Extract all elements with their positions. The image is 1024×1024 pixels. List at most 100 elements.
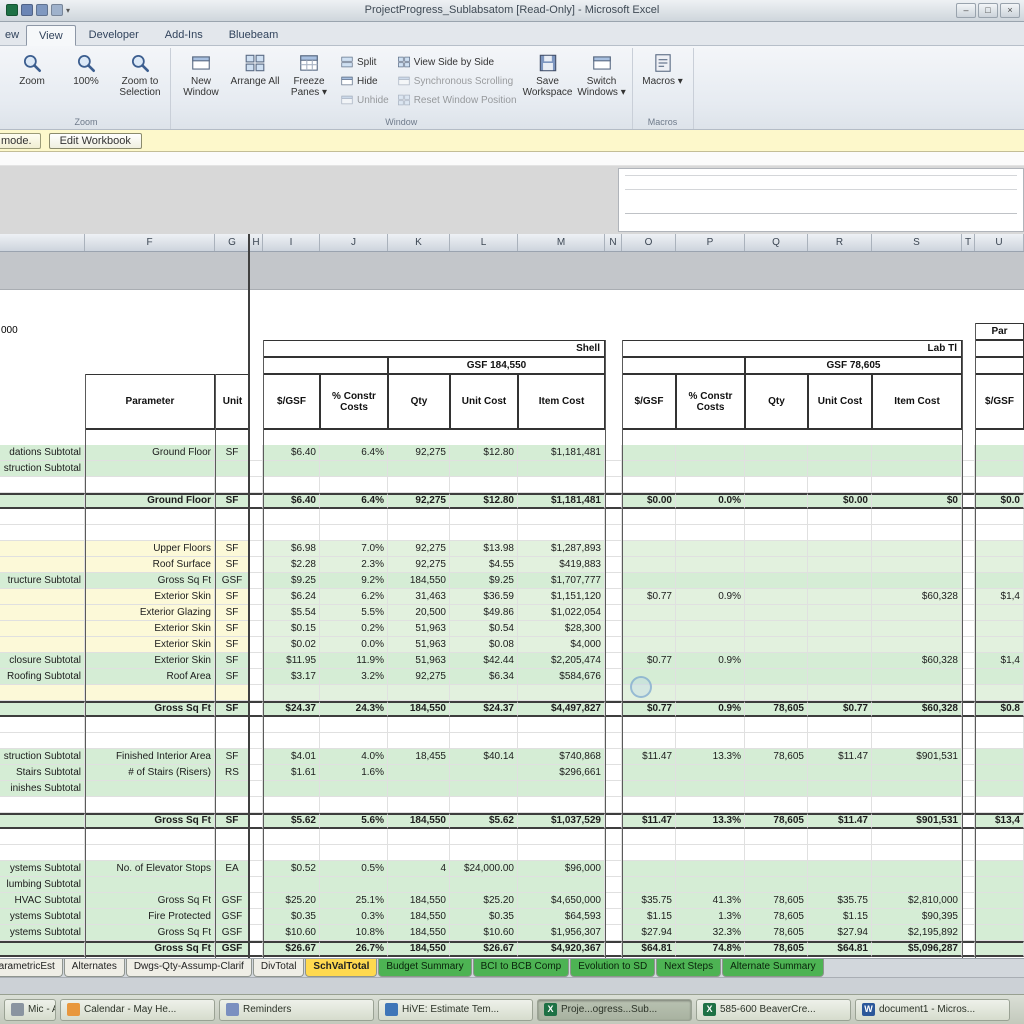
cell[interactable]: $35.75 <box>808 893 872 909</box>
cell[interactable] <box>320 733 388 749</box>
cell[interactable]: $1,022,054 <box>518 605 605 621</box>
header-parameter[interactable]: Parameter <box>85 374 215 430</box>
cell[interactable] <box>85 717 215 733</box>
cell[interactable]: $6.34 <box>450 669 518 685</box>
cell[interactable]: 18,455 <box>388 749 450 765</box>
cell[interactable] <box>605 845 622 861</box>
cell[interactable] <box>808 525 872 541</box>
cell[interactable] <box>962 669 975 685</box>
column-header-U[interactable]: U <box>975 234 1024 251</box>
cell[interactable] <box>808 733 872 749</box>
cell[interactable] <box>962 541 975 557</box>
cell[interactable]: $3.17 <box>263 669 320 685</box>
cell[interactable] <box>263 797 320 813</box>
subtotal-label-cell[interactable]: struction Subtotal <box>0 749 85 765</box>
cell[interactable]: $13,4 <box>975 813 1024 829</box>
cell[interactable] <box>320 525 388 541</box>
cell[interactable] <box>962 557 975 573</box>
header-shell-item-cost[interactable]: Item Cost <box>518 374 605 430</box>
cell[interactable] <box>450 525 518 541</box>
cell[interactable]: $90,395 <box>872 909 962 925</box>
macros-button[interactable]: Macros ▾ <box>637 49 689 88</box>
cell[interactable] <box>622 525 676 541</box>
cell[interactable] <box>676 669 745 685</box>
cell[interactable] <box>215 477 250 493</box>
cell[interactable] <box>85 733 215 749</box>
cell[interactable]: $40.14 <box>450 749 518 765</box>
column-header-S[interactable]: S <box>872 234 962 251</box>
cell[interactable] <box>676 605 745 621</box>
cell[interactable] <box>250 637 263 653</box>
cell[interactable] <box>975 925 1024 941</box>
cell[interactable] <box>250 461 263 477</box>
cell[interactable] <box>962 925 975 941</box>
cell[interactable] <box>975 877 1024 893</box>
cell[interactable] <box>975 509 1024 525</box>
ribbon-tab-ew[interactable]: ew <box>2 24 26 45</box>
cell[interactable] <box>808 637 872 653</box>
cell[interactable] <box>0 477 85 493</box>
cell[interactable] <box>85 509 215 525</box>
cell[interactable]: $6.24 <box>263 589 320 605</box>
cell[interactable] <box>518 845 605 861</box>
cell[interactable] <box>450 733 518 749</box>
cell[interactable]: 92,275 <box>388 669 450 685</box>
cell[interactable] <box>388 525 450 541</box>
cell[interactable] <box>872 845 962 861</box>
cell[interactable] <box>0 637 85 653</box>
cell[interactable]: $4,650,000 <box>518 893 605 909</box>
cell[interactable]: Ground Floor <box>85 445 215 461</box>
cell[interactable] <box>250 605 263 621</box>
cell[interactable] <box>872 829 962 845</box>
header-unit[interactable]: Unit <box>215 374 250 430</box>
cell[interactable]: $4,497,827 <box>518 701 605 717</box>
subtotal-label-cell[interactable]: Stairs Subtotal <box>0 765 85 781</box>
cell[interactable]: $901,531 <box>872 749 962 765</box>
subtotal-label-cell[interactable]: ystems Subtotal <box>0 925 85 941</box>
cell[interactable] <box>872 861 962 877</box>
cell[interactable]: SF <box>215 541 250 557</box>
cell[interactable] <box>605 461 622 477</box>
cell[interactable]: $0.00 <box>808 493 872 509</box>
cell[interactable]: 184,550 <box>388 813 450 829</box>
cell[interactable] <box>605 781 622 797</box>
cell[interactable] <box>745 861 808 877</box>
cell[interactable]: $96,000 <box>518 861 605 877</box>
cell[interactable] <box>975 733 1024 749</box>
cell[interactable]: 10.8% <box>320 925 388 941</box>
cell[interactable] <box>622 605 676 621</box>
ribbon-tab-view[interactable]: View <box>26 25 76 46</box>
cell[interactable] <box>975 797 1024 813</box>
cell[interactable] <box>605 909 622 925</box>
cell[interactable]: SF <box>215 605 250 621</box>
cell[interactable]: Gross Sq Ft <box>85 701 215 717</box>
cell[interactable]: 92,275 <box>388 541 450 557</box>
cell[interactable] <box>388 509 450 525</box>
cell[interactable] <box>975 685 1024 701</box>
cell[interactable] <box>518 877 605 893</box>
cell[interactable] <box>450 765 518 781</box>
cell[interactable] <box>676 525 745 541</box>
cell[interactable] <box>808 685 872 701</box>
cell[interactable]: 13.3% <box>676 813 745 829</box>
cell[interactable]: $26.67 <box>450 941 518 957</box>
sheet-tab-evolution-to-sd[interactable]: Evolution to SD <box>570 959 655 977</box>
unhide-button[interactable]: Unhide <box>337 92 392 108</box>
cell[interactable] <box>250 685 263 701</box>
cell[interactable] <box>808 845 872 861</box>
subtotal-label-cell[interactable]: ystems Subtotal <box>0 861 85 877</box>
cell[interactable]: Ground Floor <box>85 493 215 509</box>
cell[interactable] <box>622 797 676 813</box>
cell[interactable]: 0.0% <box>676 493 745 509</box>
cell[interactable]: $4,000 <box>518 637 605 653</box>
cell[interactable]: Gross Sq Ft <box>85 893 215 909</box>
cell[interactable] <box>676 765 745 781</box>
cell[interactable] <box>975 477 1024 493</box>
cell[interactable] <box>605 653 622 669</box>
cell[interactable] <box>605 509 622 525</box>
cell[interactable] <box>518 829 605 845</box>
cell[interactable]: Exterior Glazing <box>85 605 215 621</box>
subtotal-label-cell[interactable]: struction Subtotal <box>0 461 85 477</box>
column-header-M[interactable]: M <box>518 234 605 251</box>
cell[interactable] <box>962 685 975 701</box>
